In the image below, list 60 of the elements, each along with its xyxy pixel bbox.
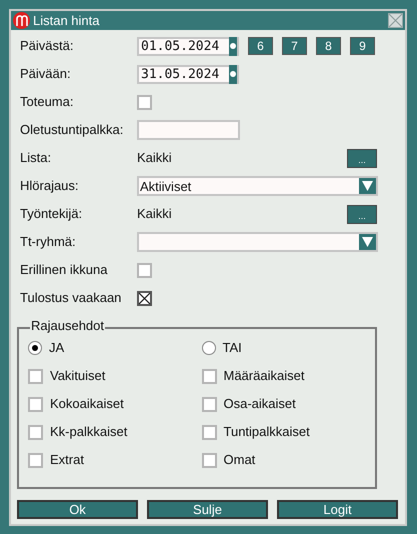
- checkbox[interactable]: [28, 396, 43, 412]
- dropdown-arrow-icon[interactable]: [359, 178, 376, 194]
- dialog-button[interactable]: Sulje: [147, 500, 268, 519]
- checkbox[interactable]: [137, 262, 152, 278]
- dropdown-value: Aktiiviset: [139, 180, 192, 192]
- field-label: Erillinen ikkuna: [20, 261, 108, 280]
- dialog-button[interactable]: Ok: [17, 500, 138, 519]
- dropdown[interactable]: [137, 232, 378, 252]
- dropdown[interactable]: Aktiiviset: [137, 176, 378, 196]
- field-label: Toteuma:: [20, 93, 74, 112]
- checkbox[interactable]: [137, 290, 152, 306]
- browse-button[interactable]: ...: [347, 148, 377, 168]
- quick-button[interactable]: 9: [350, 37, 375, 55]
- checkbox[interactable]: [28, 452, 43, 468]
- option-label: Extrat: [50, 451, 84, 470]
- field-label: Tt-ryhmä:: [20, 233, 77, 252]
- dialog-button[interactable]: Logit: [277, 500, 398, 519]
- browse-button[interactable]: ...: [347, 204, 377, 224]
- field-label: Lista:: [20, 149, 52, 168]
- option-label: Tuntipalkkaiset: [224, 423, 310, 442]
- field-label: Hlörajaus:: [20, 177, 80, 196]
- quick-button[interactable]: 7: [282, 37, 307, 55]
- radio-button[interactable]: [202, 341, 216, 355]
- value-text: Kaikki: [137, 149, 173, 168]
- input-field[interactable]: [137, 120, 240, 140]
- window-title: Listan hinta: [33, 12, 100, 30]
- option-label: Vakituiset: [50, 367, 106, 386]
- calendar-button[interactable]: [229, 64, 237, 84]
- calendar-button[interactable]: [229, 36, 237, 56]
- date-field[interactable]: 31.05.2024: [137, 64, 239, 84]
- value-text: Kaikki: [137, 205, 173, 224]
- field-label: Työntekijä:: [20, 205, 84, 224]
- field-label: Tulostus vaakaan: [20, 289, 122, 308]
- checkbox[interactable]: [202, 452, 216, 468]
- field-label: Päivään:: [20, 65, 72, 84]
- checkbox[interactable]: [202, 396, 216, 412]
- dropdown-arrow-icon[interactable]: [359, 234, 376, 250]
- quick-button[interactable]: 6: [248, 37, 273, 55]
- checkbox[interactable]: [137, 94, 152, 110]
- field-label: Päivästä:: [20, 37, 74, 56]
- radio-button[interactable]: [28, 341, 42, 355]
- date-value: 01.05.2024: [140, 40, 220, 52]
- date-field[interactable]: 01.05.2024: [137, 36, 239, 56]
- checkbox[interactable]: [202, 368, 216, 384]
- group-title: Rajausehdot: [30, 319, 105, 332]
- option-label: Omat: [224, 451, 256, 470]
- checkbox[interactable]: [202, 424, 216, 440]
- close-button[interactable]: [388, 13, 403, 28]
- option-label: Kk-palkkaiset: [50, 423, 128, 442]
- field-label: Oletustuntipalkka:: [20, 121, 124, 140]
- option-label: TAI: [222, 339, 242, 358]
- quick-button[interactable]: 8: [316, 37, 341, 55]
- option-label: Määräaikaiset: [224, 367, 304, 386]
- option-label: JA: [49, 339, 64, 358]
- app-logo-icon: [13, 12, 30, 29]
- checkbox[interactable]: [28, 368, 43, 384]
- option-label: Kokoaikaiset: [50, 395, 124, 414]
- date-value: 31.05.2024: [140, 68, 220, 80]
- checkbox[interactable]: [28, 424, 43, 440]
- option-label: Osa-aikaiset: [224, 395, 296, 414]
